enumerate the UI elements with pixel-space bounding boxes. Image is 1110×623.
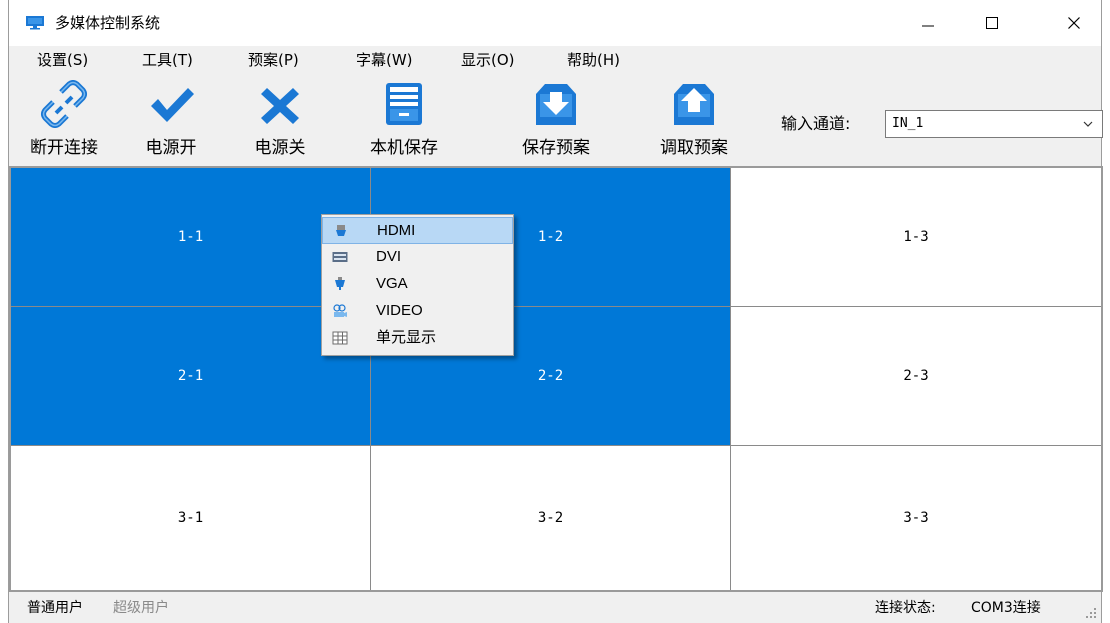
display-cell-3-3[interactable]: 3-3 (731, 446, 1101, 590)
connection-status-value: COM3连接 (971, 600, 1041, 616)
maximize-icon (986, 17, 998, 29)
display-cell-label: 3-3 (903, 510, 929, 526)
dvi-port-icon (332, 252, 348, 262)
display-cell-1-3[interactable]: 1-3 (731, 168, 1101, 307)
menu-help[interactable]: 帮助(H) (567, 51, 620, 69)
link-icon (41, 80, 87, 128)
title-bar[interactable]: 多媒体控制系统 (9, 0, 1101, 46)
display-cell-label: 3-2 (537, 510, 564, 526)
load-plan-label: 调取预案 (660, 138, 728, 158)
display-cell-label: 1-2 (537, 229, 564, 245)
display-cell-label: 2-2 (537, 368, 564, 384)
display-cell-label: 1-3 (903, 229, 929, 245)
input-channel-select[interactable]: IN_1 (885, 110, 1103, 138)
power-on-label: 电源开 (145, 138, 197, 158)
ctx-item-dvi[interactable]: DVI (322, 244, 513, 271)
input-channel-label: 输入通道: (781, 114, 851, 133)
save-plan-label: 保存预案 (522, 138, 590, 158)
display-cell-2-3[interactable]: 2-3 (731, 307, 1101, 446)
tray-upload-icon (674, 84, 714, 125)
resize-grip-icon[interactable] (1085, 607, 1097, 619)
app-window: 多媒体控制系统 设置(S) 工具(T) 预案(P) 字幕(W) 显示(O) 帮助… (8, 0, 1103, 623)
ctx-label-hdmi: HDMI (377, 222, 416, 239)
display-cell-label: 2-3 (903, 368, 929, 384)
menu-tools[interactable]: 工具(T) (142, 51, 193, 69)
close-icon (1068, 17, 1080, 29)
x-icon (261, 88, 299, 124)
save-plan-button[interactable]: 保存预案 (506, 74, 606, 166)
grid-table-icon (332, 331, 348, 345)
close-button[interactable] (1049, 0, 1099, 46)
ctx-item-vga[interactable]: VGA (322, 271, 513, 298)
status-bar: 普通用户 超级用户 连接状态: COM3连接 (9, 592, 1101, 623)
menu-bar: 设置(S) 工具(T) 预案(P) 字幕(W) 显示(O) 帮助(H) (9, 46, 1101, 74)
ctx-label-vga: VGA (376, 275, 408, 292)
ctx-label-dvi: DVI (376, 248, 402, 265)
input-channel-value: IN_1 (892, 116, 924, 131)
display-cell-2-1[interactable]: 2-1 (11, 307, 371, 446)
menu-plans[interactable]: 预案(P) (248, 51, 299, 69)
display-cell-3-1[interactable]: 3-1 (11, 446, 371, 590)
hdmi-plug-icon (336, 225, 346, 236)
ctx-item-video[interactable]: VIDEO (322, 298, 513, 325)
super-user-tab[interactable]: 超级用户 (113, 599, 169, 617)
local-save-button[interactable]: 本机保存 (354, 74, 454, 166)
normal-user-tab[interactable]: 普通用户 (27, 599, 83, 617)
display-cell-label: 1-1 (177, 229, 204, 245)
ctx-label-unit-display: 单元显示 (376, 329, 437, 346)
video-camera-icon (333, 304, 347, 317)
power-off-label: 电源关 (254, 138, 306, 158)
ctx-item-hdmi[interactable]: HDMI (322, 217, 513, 244)
disconnect-button[interactable]: 断开连接 (14, 74, 114, 166)
display-wall-grid: 1-1 1-2 1-3 2-1 2-2 2-3 3-1 3-2 3-3 (9, 166, 1103, 592)
tray-download-icon (536, 84, 576, 125)
context-menu: HDMI DVI VGA VIDEO 单元显示 (321, 214, 514, 356)
power-on-button[interactable]: 电源开 (121, 74, 221, 166)
menu-subtitles[interactable]: 字幕(W) (356, 51, 413, 69)
display-cell-label: 2-1 (177, 368, 204, 384)
minimize-button[interactable] (903, 0, 953, 46)
minimize-icon (922, 25, 934, 27)
monitor-icon (26, 16, 44, 30)
power-off-button[interactable]: 电源关 (230, 74, 330, 166)
menu-settings[interactable]: 设置(S) (37, 51, 88, 69)
disconnect-label: 断开连接 (30, 138, 98, 158)
ctx-item-unit-display[interactable]: 单元显示 (322, 325, 513, 352)
load-plan-button[interactable]: 调取预案 (644, 74, 744, 166)
window-title: 多媒体控制系统 (55, 14, 161, 32)
display-cell-label: 3-1 (177, 510, 204, 526)
vga-plug-icon (335, 277, 345, 290)
check-icon (151, 88, 194, 122)
display-cell-1-1[interactable]: 1-1 (11, 168, 371, 307)
menu-display[interactable]: 显示(O) (461, 51, 515, 69)
toolbar: 断开连接 电源开 电源关 本机保存 保存预案 调取预案 输入通道: IN_1 (9, 74, 1103, 166)
local-save-label: 本机保存 (370, 138, 438, 158)
display-cell-3-2[interactable]: 3-2 (371, 446, 731, 590)
chevron-down-icon (1083, 121, 1093, 127)
maximize-button[interactable] (967, 0, 1017, 46)
ctx-label-video: VIDEO (376, 302, 423, 319)
connection-status-label: 连接状态: (875, 600, 936, 616)
drawer-save-icon (386, 83, 422, 125)
